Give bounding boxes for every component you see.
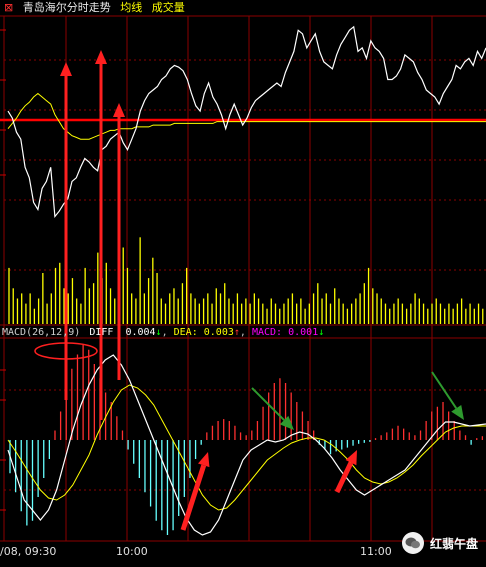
green-down-arrow-1 [251, 387, 294, 430]
arrow-head [60, 62, 72, 76]
arrow-head [451, 405, 464, 420]
diff-value: 0.004 [125, 327, 156, 338]
x-tick-label-0930: /08, 09:30 [0, 545, 57, 558]
macd-legend: MACD(26,12,9) DIFF 0.004↓, DEA: 0.003↑, … [2, 327, 325, 338]
chart-header: ⊠ 青岛海尔分时走势 均线 成交量 [4, 1, 191, 15]
avg-price-line [7, 92, 486, 140]
diff-line [7, 354, 486, 536]
close-icon[interactable]: ⊠ [4, 1, 13, 14]
macd-label: MACD: [251, 327, 283, 338]
dea-label: DEA: [173, 327, 198, 338]
wechat-icon [401, 532, 424, 554]
red-up-arrow-5 [334, 450, 357, 494]
chart-title: 青岛海尔分时走势 [22, 1, 111, 14]
diff-label: DIFF [89, 327, 114, 338]
macd-value: 0.001 [288, 327, 319, 338]
arrow-head [198, 452, 210, 468]
dea-value: 0.003 [203, 327, 234, 338]
arrow-shaft [334, 461, 354, 494]
avg-line-label: 均线 [120, 1, 143, 14]
intraday-chart [0, 15, 486, 542]
watermark-text: 红翡午盘 [429, 536, 478, 551]
chart-window [0, 0, 486, 563]
x-tick-label-1000: 10:00 [116, 545, 148, 558]
macd-name: MACD(26,12,9) [2, 327, 81, 338]
volume-label: 成交量 [151, 1, 185, 14]
watermark: 红翡午盘 [401, 532, 478, 554]
arrow-head [95, 50, 107, 64]
arrow-shaft [180, 464, 207, 531]
x-tick-label-1100: 11:00 [360, 545, 392, 558]
dea-line [7, 384, 486, 511]
red-up-arrow-4 [180, 452, 210, 531]
red-up-arrow-1 [60, 62, 72, 400]
macd-arrow: ↓ [318, 327, 325, 338]
red-up-arrow-2 [95, 50, 107, 420]
